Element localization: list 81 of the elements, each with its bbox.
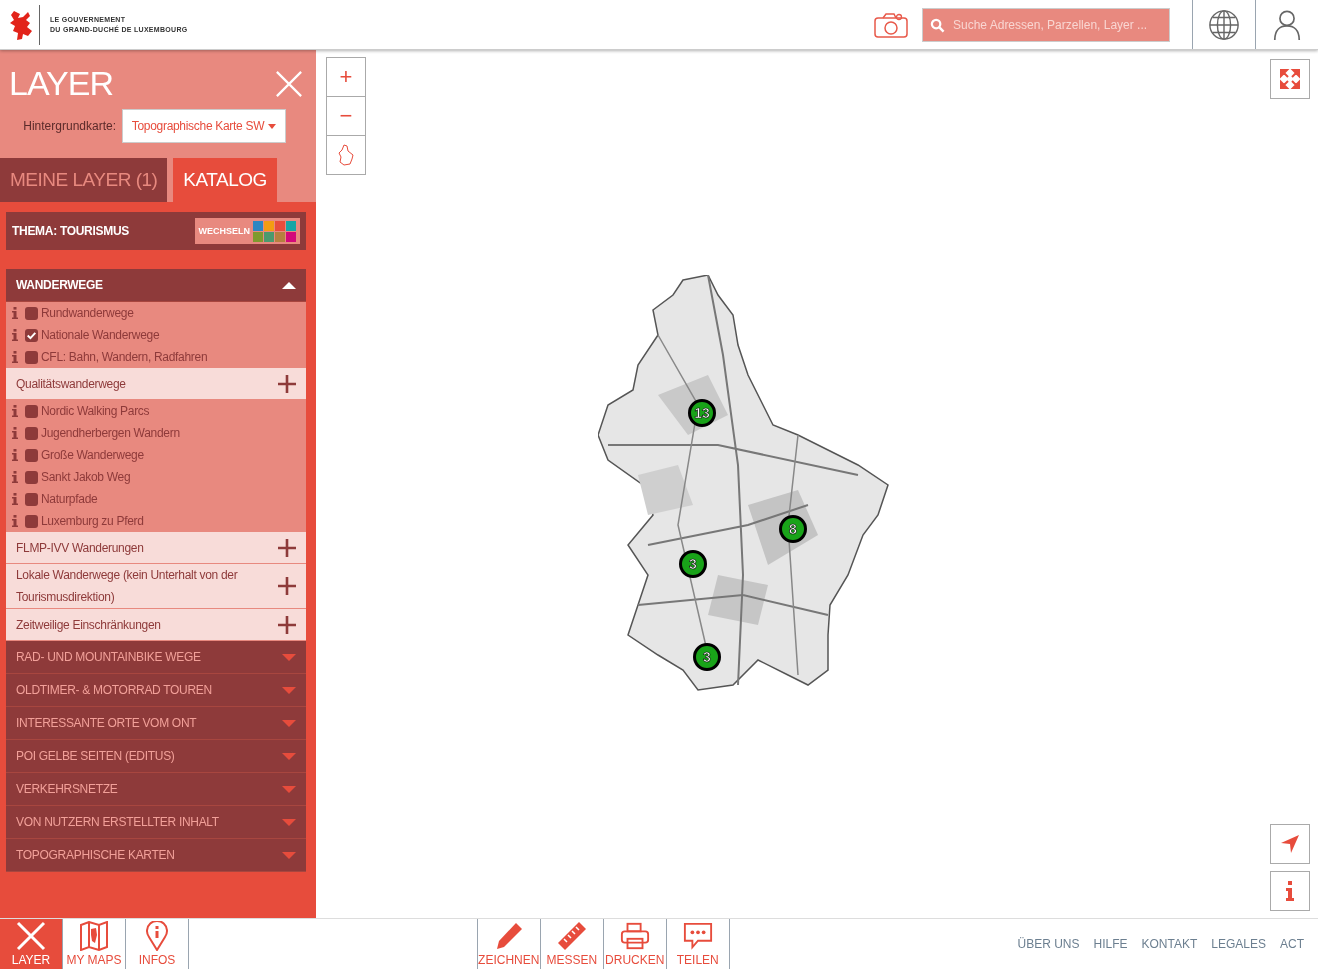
search-icon [930,17,945,33]
catalog-group[interactable]: VON NUTZERN ERSTELLTER INHALT [6,806,306,839]
catalog-group[interactable]: RAD- UND MOUNTAINBIKE WEGE [6,641,306,674]
footer-link[interactable]: KONTAKT [1141,937,1198,951]
folded-map-icon [79,921,109,951]
expand-caret-icon [282,686,296,694]
layer-subgroup[interactable]: Qualitätswanderwege [6,368,306,400]
plus-icon [278,577,296,595]
info-icon[interactable] [12,307,18,319]
search-field[interactable]: Suche Adressen, Parzellen, Layer ... [922,7,1170,42]
footer-link[interactable]: LEGALES [1211,937,1266,951]
catalog-group[interactable]: OLDTIMER- & MOTORRAD TOUREN [6,674,306,707]
plus-icon [278,615,296,634]
footer-tool-button[interactable]: DRUCKEN [603,919,667,969]
catalog-group[interactable]: WANDERWEGE [6,269,306,302]
expand-caret-icon [282,653,296,661]
layer-subgroup[interactable]: Lokale Wanderwege (kein Unterhalt von der Tourismusdirektion) [6,564,306,609]
info-icon[interactable] [12,427,18,439]
layer-subgroup[interactable]: Zeitweilige Einschränkungen [6,609,306,641]
layer-subgroup[interactable]: FLMP-IVV Wanderungen [6,532,306,564]
navigation-arrow-icon [1280,834,1300,854]
expand-caret-icon [282,851,296,859]
panel-title: LAYER [9,64,113,103]
layer-checkbox[interactable] [25,448,38,462]
layer-checkbox[interactable] [25,470,38,484]
change-theme-button[interactable]: WECHSELN [194,218,300,244]
expand-caret-icon [282,818,296,826]
basemap-label: Hintergrundkarte: [23,119,116,133]
fullscreen-icon [1280,69,1300,89]
close-icon[interactable] [275,69,303,98]
info-icon[interactable] [12,405,18,417]
expand-caret-icon [282,752,296,760]
camera-icon[interactable] [874,11,908,38]
layer-checkbox[interactable] [25,350,38,364]
footer-link[interactable]: ACT [1280,937,1304,951]
caret-icon [268,123,277,129]
close-icon [16,921,46,951]
panel-tab[interactable]: KATALOG [173,158,277,202]
country-extent-button[interactable] [326,135,366,175]
expand-caret-icon [282,785,296,793]
footer-link[interactable]: HILFE [1093,937,1128,951]
info-icon[interactable] [12,493,18,505]
country-outline-icon [338,144,354,166]
user-icon[interactable] [1271,8,1303,41]
plus-icon [278,538,296,557]
info-icon[interactable] [12,515,18,527]
theme-label: THEMA: TOURISMUS [12,224,129,238]
zoom-out-button[interactable]: − [326,96,366,136]
locate-button[interactable] [1270,824,1310,864]
expand-caret-icon [282,719,296,727]
panel-tab[interactable]: MEINE LAYER (1) [0,158,168,202]
info-button[interactable] [1270,871,1310,911]
layer-checkbox[interactable] [25,404,38,418]
basemap-dropdown[interactable]: Topographische Karte SW [122,109,286,143]
info-icon[interactable] [12,351,18,363]
layer-checkbox[interactable] [25,492,38,506]
footer-link[interactable]: ÜBER UNS [1017,937,1080,951]
info-icon[interactable] [12,471,18,483]
layer-name[interactable]: Sankt Jakob Weg [41,470,131,484]
footer-tool-button[interactable]: LAYER [0,919,63,969]
catalog-group[interactable]: VERKEHRSNETZE [6,773,306,806]
info-icon[interactable] [12,449,18,461]
catalog-group[interactable]: INTERESSANTE ORTE VOM ONT [6,707,306,740]
ruler-icon [556,921,587,951]
fullscreen-button[interactable] [1270,59,1310,99]
layer-name[interactable]: Rundwanderwege [41,306,134,320]
plus-icon [278,374,296,393]
info-icon[interactable] [12,329,18,341]
layer-checkbox[interactable] [25,328,38,342]
layer-name[interactable]: Naturpfade [41,492,98,506]
catalog-group[interactable]: POI GELBE SEITEN (EDITUS) [6,740,306,773]
printer-icon [619,921,650,951]
chat-icon [682,921,713,951]
globe-icon[interactable] [1208,8,1240,41]
catalog-group[interactable]: TOPOGRAPHISCHE KARTEN [6,839,306,872]
collapse-caret-icon [282,281,296,289]
layer-checkbox[interactable] [25,514,38,528]
zoom-in-button[interactable]: + [326,57,366,97]
footer-tool-button[interactable]: ZEICHNEN [477,919,541,969]
layer-checkbox[interactable] [25,306,38,320]
layer-checkbox[interactable] [25,426,38,440]
